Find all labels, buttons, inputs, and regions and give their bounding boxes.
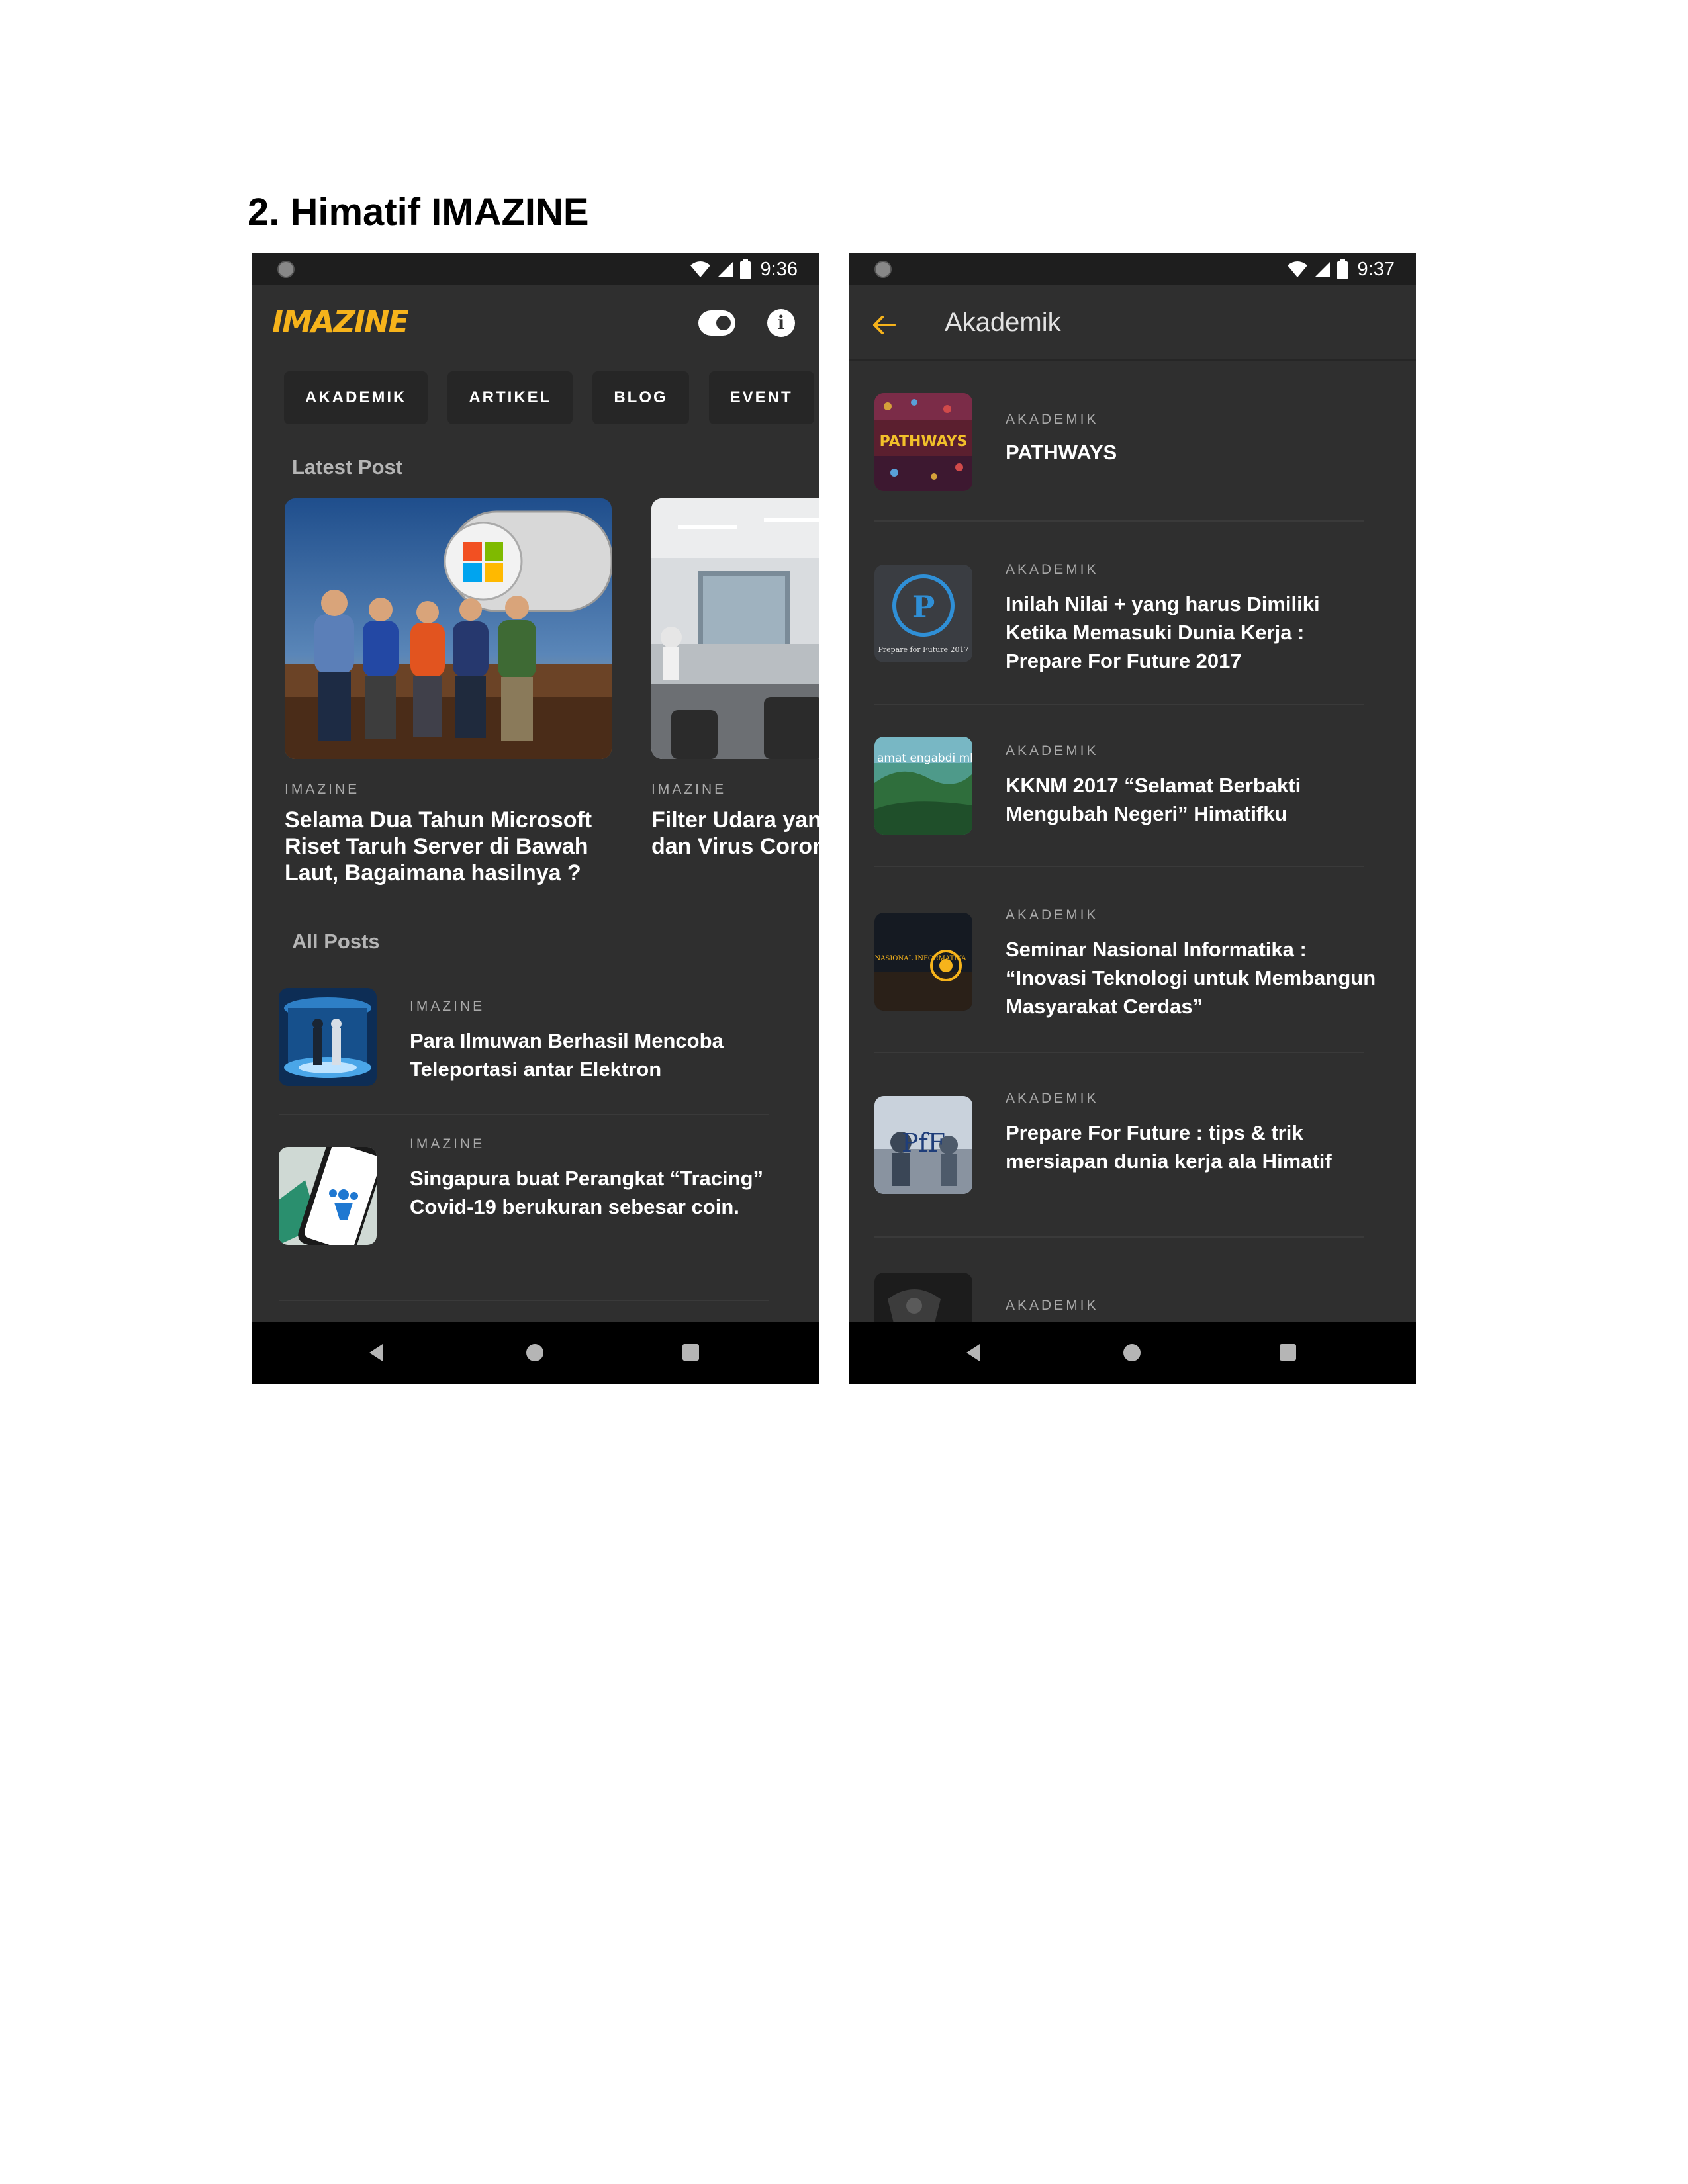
status-time: 9:36	[760, 258, 798, 280]
post-title: Singapura buat Perangkat “Tracing” Covid…	[410, 1167, 764, 1218]
list-item[interactable]: PATHWAYS AKADEMIK PATHWAYS	[874, 393, 1364, 492]
pff-tips-thumb-text: PfF	[902, 1128, 945, 1158]
signal-icon	[1315, 262, 1330, 277]
seminar-image: SEMINAR NASIONAL INFORMATIKA	[874, 913, 972, 1011]
post-image	[285, 498, 612, 759]
pff-thumb-text: Prepare for Future 2017	[878, 645, 969, 654]
status-time: 9:37	[1357, 258, 1395, 280]
nav-home-icon[interactable]	[526, 1344, 543, 1361]
latest-post-title: Latest Post	[292, 455, 403, 478]
post-tag: AKADEMIK	[1006, 743, 1099, 758]
post-thumbnail: amat engabdi mbangun geri	[874, 737, 972, 835]
nav-back-icon[interactable]	[966, 1344, 980, 1361]
app-bar: Akademik	[849, 285, 1416, 361]
post-tag: IMAZINE	[651, 782, 727, 797]
list-item[interactable]: SEMINAR NASIONAL INFORMATIKA AKADEMIK Se…	[874, 907, 1376, 1018]
system-nav-bar	[252, 1322, 819, 1384]
prepare-for-future-image: P Prepare for Future 2017	[874, 565, 972, 662]
post-tag: AKADEMIK	[1006, 1091, 1099, 1106]
wifi-icon	[690, 261, 710, 277]
seminar-thumb-text: SEMINAR NASIONAL INFORMATIKA	[874, 955, 966, 962]
divider	[874, 520, 1364, 522]
post-title: Filter Udara yang menangkap dan Virus Co…	[651, 807, 819, 859]
nav-recents-icon[interactable]	[1280, 1344, 1296, 1361]
kknm-image: amat engabdi mbangun geri	[874, 737, 972, 835]
phone-screen-home: 9:36 IMAZINE i AKADEMIK ARTIKEL BLOG EVE…	[252, 253, 819, 1384]
nav-recents-icon[interactable]	[682, 1344, 699, 1361]
pff-tips-image: PfF	[874, 1096, 972, 1194]
page-title: Akademik	[945, 308, 1061, 337]
post-title: Seminar Nasional Informatika : “Inovasi …	[1006, 938, 1376, 1018]
divider	[279, 1114, 769, 1115]
system-nav-bar	[849, 1322, 1416, 1384]
post-thumbnail: SEMINAR NASIONAL INFORMATIKA	[874, 913, 972, 1011]
chip-blog[interactable]: BLOG	[592, 371, 689, 424]
post-title: Selama Dua Tahun Microsoft Riset Taruh S…	[285, 807, 592, 886]
nav-home-icon[interactable]	[1123, 1344, 1141, 1361]
battery-icon	[739, 259, 751, 279]
status-bar: 9:37	[849, 253, 1416, 285]
notification-dot-icon	[874, 261, 892, 278]
post-title: Prepare For Future : tips & trik mersiap…	[1006, 1121, 1332, 1173]
toggle-knob	[716, 316, 731, 330]
imazine-logo[interactable]: IMAZINE	[272, 304, 409, 340]
chip-artikel[interactable]: ARTIKEL	[447, 371, 573, 424]
list-item[interactable]: IMAZINE Para Ilmuwan Berhasil Mencoba Te…	[279, 988, 769, 1087]
post-tag: AKADEMIK	[1006, 562, 1099, 577]
status-bar: 9:36	[252, 253, 819, 285]
post-tag: IMAZINE	[410, 999, 485, 1014]
trace-together-image	[279, 1147, 377, 1245]
post-title: Inilah Nilai + yang harus Dimiliki Ketik…	[1006, 592, 1320, 672]
chip-akademik[interactable]: AKADEMIK	[284, 371, 428, 424]
list-item[interactable]: P Prepare for Future 2017 AKADEMIK Inila…	[874, 562, 1364, 672]
post-image	[651, 498, 819, 759]
wifi-icon	[1287, 261, 1307, 277]
category-chips: AKADEMIK ARTIKEL BLOG EVENT	[284, 371, 814, 424]
divider	[874, 704, 1364, 705]
post-thumbnail	[279, 1147, 377, 1245]
post-thumbnail	[279, 988, 377, 1086]
latest-post-card[interactable]: IMAZINE Selama Dua Tahun Microsoft Riset…	[285, 498, 612, 886]
app-bar: IMAZINE i	[252, 285, 819, 359]
pathways-thumb-text: PATHWAYS	[880, 433, 968, 450]
chip-event[interactable]: EVENT	[708, 371, 814, 424]
divider	[874, 866, 1364, 867]
info-icon[interactable]: i	[767, 309, 795, 337]
pathways-image: PATHWAYS	[874, 393, 972, 491]
post-tag: IMAZINE	[285, 782, 360, 797]
divider	[874, 1052, 1364, 1053]
post-thumbnail: PATHWAYS	[874, 393, 972, 491]
divider	[279, 1300, 769, 1301]
post-tag: AKADEMIK	[1006, 907, 1099, 923]
notification-dot-icon	[277, 261, 295, 278]
back-arrow-icon[interactable]	[870, 312, 897, 338]
teleport-image	[279, 988, 377, 1086]
list-item[interactable]: amat engabdi mbangun geri AKADEMIK KKNM …	[874, 737, 1364, 836]
office-photo	[651, 498, 819, 759]
nav-back-icon[interactable]	[369, 1344, 383, 1361]
post-tag: AKADEMIK	[1006, 412, 1099, 427]
phone-screen-akademik: 9:37 Akademik PATHWAYS AKADEMIK PATHWAYS	[849, 253, 1416, 1384]
list-item[interactable]: IMAZINE Singapura buat Perangkat “Tracin…	[279, 1136, 769, 1279]
kknm-thumb-text: amat engabdi mbangun geri	[877, 752, 972, 765]
post-title: PATHWAYS	[1006, 441, 1117, 464]
post-thumbnail: P Prepare for Future 2017	[874, 565, 972, 662]
all-posts-title: All Posts	[292, 930, 380, 953]
post-thumbnail: PfF	[874, 1096, 972, 1194]
post-title: Para Ilmuwan Berhasil Mencoba Teleportas…	[410, 1029, 724, 1081]
svg-text:P: P	[912, 589, 935, 625]
list-item[interactable]: PfF AKADEMIK Prepare For Future : tips &…	[874, 1091, 1364, 1195]
list-item[interactable]: AKADEMIK	[874, 1273, 1364, 1371]
post-title: KKNM 2017 “Selamat Berbakti Mengubah Neg…	[1006, 774, 1301, 825]
latest-post-card[interactable]: IMAZINE Filter Udara yang menangkap dan …	[651, 498, 819, 860]
post-tag: AKADEMIK	[1006, 1298, 1099, 1313]
signal-icon	[718, 262, 733, 277]
battery-icon	[1336, 259, 1348, 279]
theme-toggle[interactable]	[698, 310, 735, 336]
document-heading: 2. Himatif IMAZINE	[248, 191, 589, 234]
microsoft-team-photo	[285, 498, 612, 759]
divider	[874, 1236, 1364, 1238]
post-tag: IMAZINE	[410, 1136, 485, 1152]
